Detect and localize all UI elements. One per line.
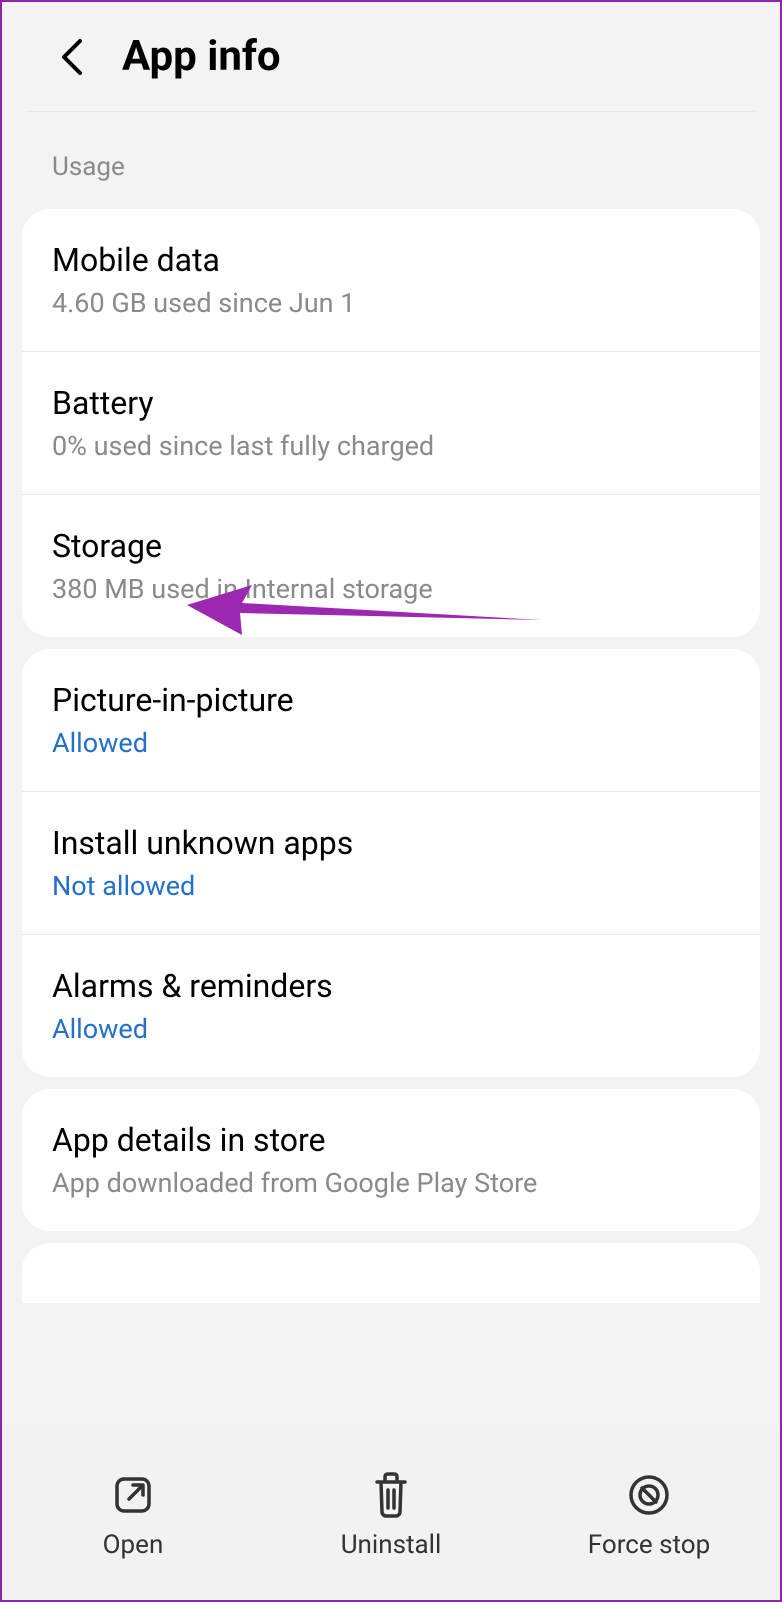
usage-section-label: Usage — [2, 127, 780, 197]
spacer-card — [22, 1243, 760, 1303]
app-details-store-item[interactable]: App details in store App downloaded from… — [22, 1089, 760, 1231]
item-subtitle: Allowed — [52, 727, 730, 759]
install-unknown-apps-item[interactable]: Install unknown apps Not allowed — [22, 792, 760, 935]
header-divider — [27, 111, 755, 112]
permissions-card: Picture-in-picture Allowed Install unkno… — [22, 649, 760, 1077]
stop-icon — [624, 1470, 674, 1520]
picture-in-picture-item[interactable]: Picture-in-picture Allowed — [22, 649, 760, 792]
open-button[interactable]: Open — [5, 1470, 260, 1560]
back-button[interactable] — [52, 37, 92, 77]
force-stop-label: Force stop — [588, 1530, 710, 1560]
alarms-reminders-item[interactable]: Alarms & reminders Allowed — [22, 935, 760, 1077]
open-label: Open — [103, 1530, 164, 1560]
item-subtitle: Not allowed — [52, 870, 730, 902]
item-title: Alarms & reminders — [52, 967, 730, 1005]
item-subtitle: Allowed — [52, 1013, 730, 1045]
item-title: App details in store — [52, 1121, 730, 1159]
uninstall-button[interactable]: Uninstall — [263, 1470, 518, 1560]
storage-item[interactable]: Storage 380 MB used in Internal storage — [22, 495, 760, 637]
force-stop-button[interactable]: Force stop — [521, 1470, 776, 1560]
item-title: Install unknown apps — [52, 824, 730, 862]
uninstall-label: Uninstall — [341, 1530, 442, 1560]
item-subtitle: App downloaded from Google Play Store — [52, 1167, 730, 1199]
item-subtitle: 4.60 GB used since Jun 1 — [52, 287, 730, 319]
battery-item[interactable]: Battery 0% used since last fully charged — [22, 352, 760, 495]
item-subtitle: 0% used since last fully charged — [52, 430, 730, 462]
mobile-data-item[interactable]: Mobile data 4.60 GB used since Jun 1 — [22, 209, 760, 352]
back-icon — [58, 37, 86, 77]
item-title: Mobile data — [52, 241, 730, 279]
open-icon — [108, 1470, 158, 1520]
page-title: App info — [122, 32, 281, 81]
item-subtitle: 380 MB used in Internal storage — [52, 573, 730, 605]
page-header: App info — [2, 2, 780, 111]
usage-card: Mobile data 4.60 GB used since Jun 1 Bat… — [22, 209, 760, 637]
item-title: Battery — [52, 384, 730, 422]
trash-icon — [366, 1470, 416, 1520]
store-card: App details in store App downloaded from… — [22, 1089, 760, 1231]
bottom-action-bar: Open Uninstall Force stop — [4, 1430, 778, 1600]
item-title: Picture-in-picture — [52, 681, 730, 719]
item-title: Storage — [52, 527, 730, 565]
